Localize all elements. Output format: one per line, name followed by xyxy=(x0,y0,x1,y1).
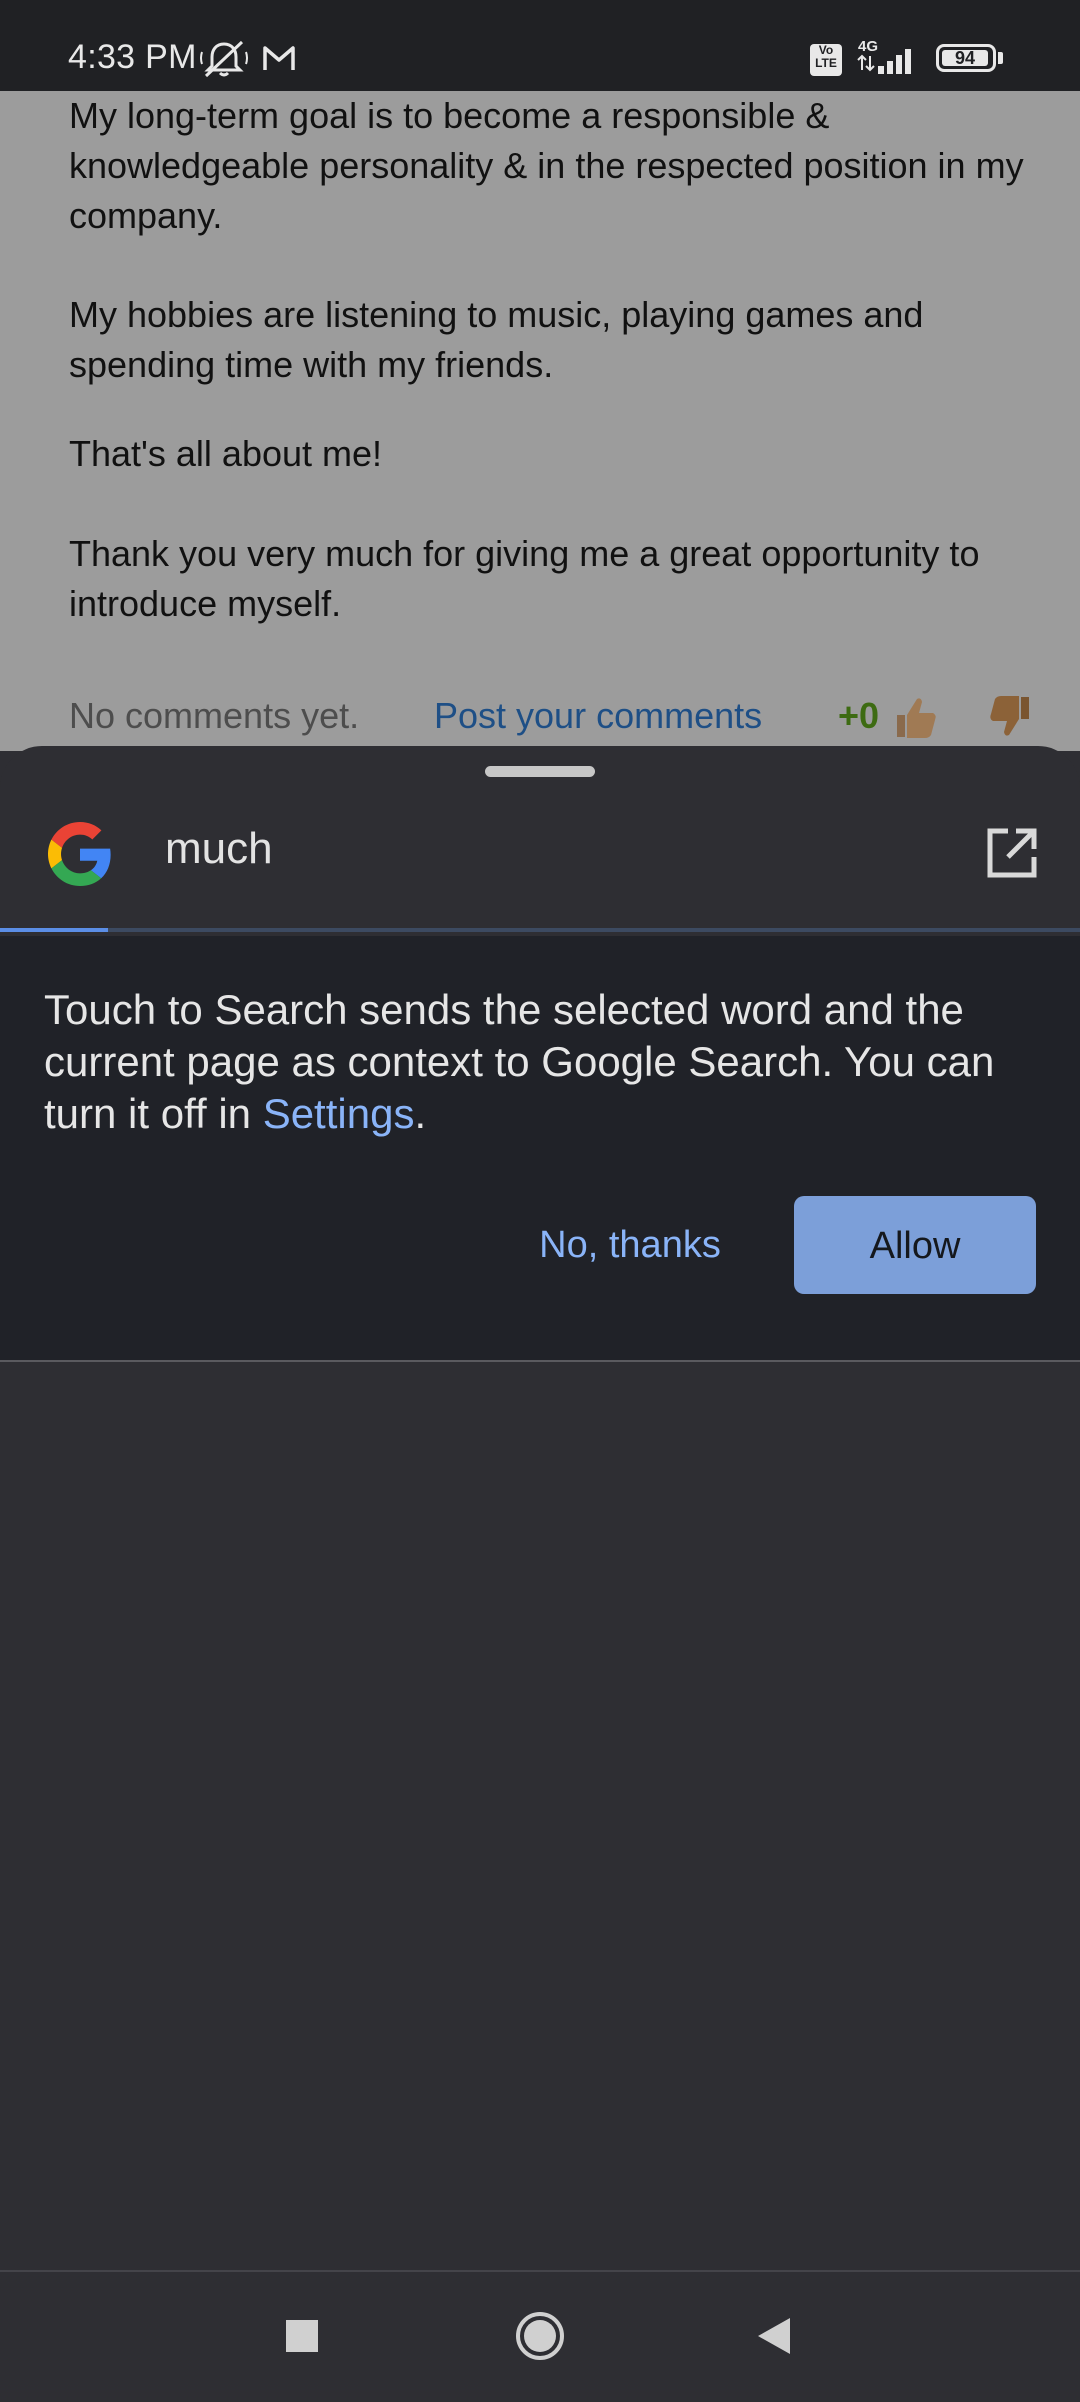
volte-icon: Vo LTE xyxy=(810,44,842,76)
home-circle-icon[interactable] xyxy=(514,2310,566,2362)
settings-link[interactable]: Settings xyxy=(263,1090,415,1137)
gmail-icon xyxy=(263,46,295,70)
article-paragraph: That's all about me! xyxy=(69,433,383,474)
vote-count: +0 xyxy=(838,695,880,736)
recents-square-icon[interactable] xyxy=(284,2318,320,2354)
search-progress-fill xyxy=(0,928,108,932)
thumbs-up-icon[interactable] xyxy=(891,693,939,741)
battery-level: 94 xyxy=(942,49,988,67)
back-triangle-icon[interactable] xyxy=(756,2316,792,2356)
battery-tip xyxy=(998,52,1003,64)
promo-text: Touch to Search sends the selected word … xyxy=(44,984,1044,1140)
search-query[interactable]: much xyxy=(165,824,273,874)
comments-row: No comments yet. Post your comments +0 xyxy=(69,691,1059,751)
google-logo-icon xyxy=(48,822,111,886)
promo-text-body: Touch to Search sends the selected word … xyxy=(44,986,995,1137)
touch-to-search-sheet[interactable]: much Touch to Search sends the selected … xyxy=(0,746,1080,2271)
status-bar: 4:33 PM Vo LTE 4G 94 xyxy=(0,0,1080,91)
search-progress-bar xyxy=(0,928,1080,932)
article-paragraph: Thank you very much for giving me a grea… xyxy=(69,533,980,624)
article-paragraph: My hobbies are listening to music, playi… xyxy=(69,294,924,385)
promo-text-period: . xyxy=(414,1090,427,1137)
open-in-new-tab-icon[interactable] xyxy=(986,827,1038,879)
post-comments-link[interactable]: Post your comments xyxy=(434,691,762,741)
allow-button[interactable]: Allow xyxy=(794,1196,1036,1294)
status-time: 4:33 PM xyxy=(68,38,197,76)
web-page-content: My long-term goal is to become a respons… xyxy=(0,91,1080,751)
divider xyxy=(0,1360,1080,1362)
article-paragraph: My long-term goal is to become a respons… xyxy=(69,95,1024,236)
privacy-promo: Touch to Search sends the selected word … xyxy=(0,936,1080,1360)
navigation-bar xyxy=(0,2270,1080,2402)
mute-bell-icon xyxy=(200,40,248,78)
no-thanks-button[interactable]: No, thanks xyxy=(510,1196,750,1292)
thumbs-down-icon[interactable] xyxy=(987,693,1035,741)
drag-handle[interactable] xyxy=(485,766,595,777)
no-comments-text: No comments yet. xyxy=(69,695,360,736)
signal-strength-icon xyxy=(857,49,911,74)
battery-icon: 94 xyxy=(936,44,996,72)
